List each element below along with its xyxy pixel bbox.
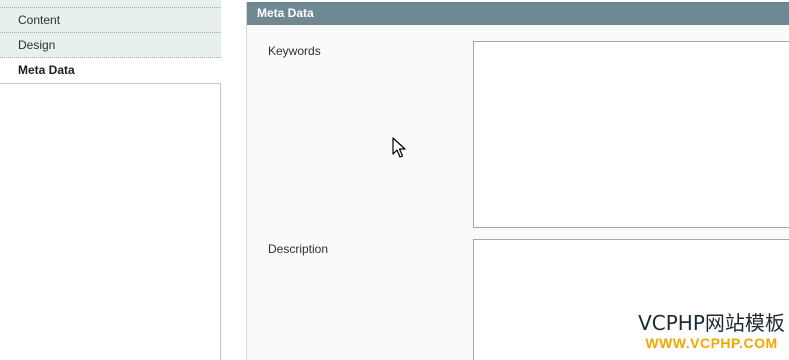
watermark-url: WWW.VCPHP.COM — [645, 335, 778, 351]
meta-data-fieldset: Meta Data Keywords Description — [246, 2, 789, 360]
mouse-cursor-icon — [392, 137, 406, 158]
keywords-textarea[interactable] — [473, 41, 789, 228]
tab-sidebar: Content Design Meta Data — [0, 0, 221, 360]
watermark-brand: VCPHP网站模板 — [638, 311, 785, 335]
description-label: Description — [268, 242, 329, 256]
sidebar-empty-area — [0, 84, 220, 360]
watermark: VCPHP网站模板 WWW.VCPHP.COM — [634, 312, 789, 352]
sidebar-tab-partial[interactable] — [0, 0, 221, 8]
sidebar-tab-meta-data[interactable]: Meta Data — [0, 58, 221, 84]
page-root: Content Design Meta Data Meta Data Keywo… — [0, 0, 789, 360]
keywords-label: Keywords — [268, 44, 321, 58]
fieldset-title: Meta Data — [247, 2, 789, 25]
sidebar-tab-content[interactable]: Content — [0, 8, 221, 33]
sidebar-tab-label: Meta Data — [18, 63, 75, 77]
sidebar-tab-label: Content — [18, 13, 61, 27]
sidebar-tab-label: Design — [18, 38, 56, 52]
sidebar-tab-design[interactable]: Design — [0, 33, 221, 58]
